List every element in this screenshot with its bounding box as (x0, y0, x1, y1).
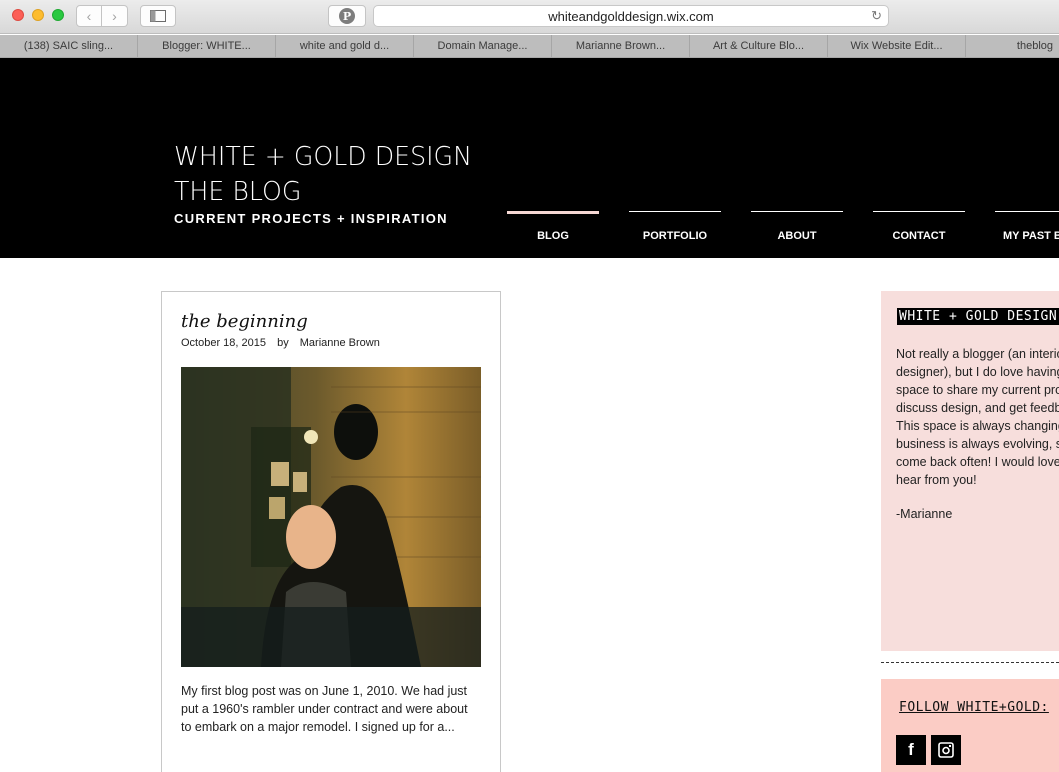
browser-tab[interactable]: (138) SAIC sling... (0, 35, 138, 57)
pinterest-extension-button[interactable]: P (328, 5, 366, 27)
about-heading: WHITE + GOLD DESIGN: (897, 308, 1059, 325)
back-button[interactable]: ‹ (76, 5, 102, 27)
browser-tab-active[interactable]: theblog (966, 35, 1059, 57)
post-date: October 18, 2015 (181, 337, 267, 349)
site-title-line1: WHITE + GOLD DESIGN (174, 142, 472, 172)
menu-item-blog[interactable]: BLOG (507, 211, 599, 258)
menu-item-contact[interactable]: CONTACT (873, 211, 965, 258)
facebook-icon: f (908, 740, 914, 759)
post-excerpt: My first blog post was on June 1, 2010. … (181, 684, 468, 734)
post-author[interactable]: Marianne Brown (300, 337, 380, 349)
show-sidebar-button[interactable] (140, 5, 176, 27)
window-zoom-button[interactable] (52, 9, 64, 21)
browser-tab[interactable]: Art & Culture Blo... (690, 35, 828, 57)
window-close-button[interactable] (12, 9, 24, 21)
follow-heading: FOLLOW WHITE+GOLD: (899, 700, 1049, 715)
browser-tab[interactable]: white and gold d... (276, 35, 414, 57)
forward-button[interactable]: › (102, 5, 128, 27)
post-title[interactable]: the beginning (181, 311, 308, 332)
chevron-left-icon: ‹ (86, 8, 92, 24)
menu-item-about[interactable]: ABOUT (751, 211, 843, 258)
browser-tab[interactable]: Wix Website Edit... (828, 35, 966, 57)
site-title-line2: THE BLOG (174, 177, 302, 207)
site-subtitle: CURRENT PROJECTS + INSPIRATION (174, 211, 448, 226)
browser-titlebar: ‹ › P whiteandgolddesign.wix.com ↻ (0, 0, 1059, 34)
site-title[interactable]: WHITE + GOLD DESIGN THE BLOG (174, 140, 472, 210)
facebook-button[interactable]: f (896, 735, 926, 765)
about-box: WHITE + GOLD DESIGN: Not really a blogge… (881, 291, 1059, 651)
post-meta: October 18, 2015 by Marianne Brown (181, 337, 388, 349)
browser-tab[interactable]: Domain Manage... (414, 35, 552, 57)
menu-item-my-past-blog[interactable]: MY PAST BL (995, 211, 1059, 258)
sidebar-icon (150, 10, 166, 22)
instagram-button[interactable] (931, 735, 961, 765)
instagram-icon (938, 742, 954, 758)
post-image[interactable] (181, 367, 481, 667)
browser-tab[interactable]: Marianne Brown... (552, 35, 690, 57)
post-photo-illustration (181, 367, 481, 667)
about-text: Not really a blogger (an interior design… (896, 347, 1059, 487)
menu-item-portfolio[interactable]: PORTFOLIO (629, 211, 721, 258)
post-card[interactable]: the beginning October 18, 2015 by Marian… (161, 291, 501, 772)
reload-icon[interactable]: ↻ (871, 8, 882, 24)
window-minimize-button[interactable] (32, 9, 44, 21)
sidebar-divider (881, 662, 1059, 663)
about-signature: -Marianne (896, 507, 953, 521)
post-by: by (277, 337, 289, 349)
pinterest-icon: P (339, 8, 355, 24)
tab-bar: (138) SAIC sling... Blogger: WHITE... wh… (0, 35, 1059, 58)
chevron-right-icon: › (112, 8, 117, 24)
address-bar[interactable]: whiteandgolddesign.wix.com ↻ (373, 5, 889, 27)
site-header: WHITE + GOLD DESIGN THE BLOG CURRENT PRO… (0, 58, 1059, 258)
browser-tab[interactable]: Blogger: WHITE... (138, 35, 276, 57)
follow-box: FOLLOW WHITE+GOLD: f (881, 679, 1059, 772)
url-text: whiteandgolddesign.wix.com (548, 8, 714, 24)
